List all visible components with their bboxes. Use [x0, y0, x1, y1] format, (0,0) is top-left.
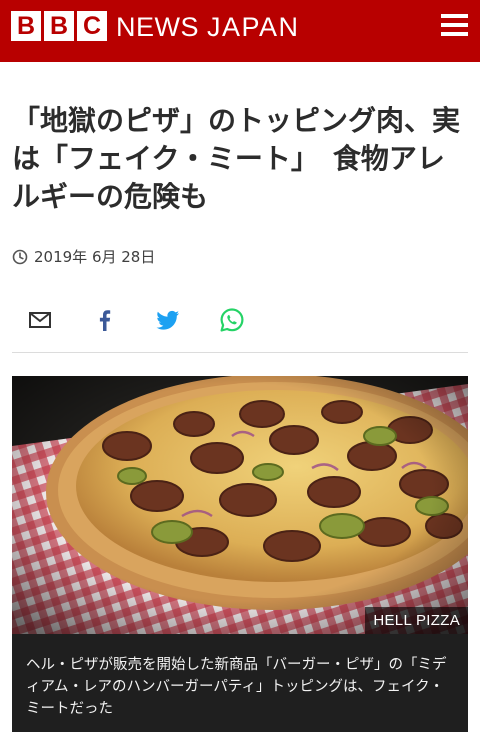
image-caption: ヘル・ピザが販売を開始した新商品「バーガー・ピザ」の「ミディアム・レアのハンバー… — [12, 634, 468, 732]
brand-news: NEWS — [116, 12, 199, 42]
article-date-row: 2019年 6月 28日 — [12, 246, 155, 267]
image-credit: HELL PIZZA — [365, 607, 468, 634]
article-date: 2019年 6月 28日 — [34, 248, 156, 266]
article-image[interactable]: HELL PIZZA — [12, 376, 468, 634]
whatsapp-icon[interactable] — [219, 307, 245, 333]
logo-letter-b2: B — [44, 11, 74, 41]
brand-region: JAPAN — [207, 12, 300, 42]
facebook-icon[interactable] — [92, 307, 118, 333]
top-bar: B B C NEWS JAPAN — [0, 0, 480, 62]
logo-letter-c: C — [77, 11, 107, 41]
share-bar — [0, 300, 480, 340]
clock-icon — [12, 249, 28, 264]
twitter-icon[interactable] — [155, 307, 181, 333]
bbc-logo[interactable]: B B C — [11, 11, 107, 41]
email-icon[interactable] — [27, 307, 53, 333]
hamburger-menu-icon[interactable] — [441, 14, 468, 36]
logo-letter-b1: B — [11, 11, 41, 41]
article-headline: 「地獄のピザ」のトッピング肉、実は「フェイク・ミート」 食物アレルギーの危険も — [12, 104, 461, 213]
brand-title[interactable]: NEWS JAPAN — [116, 12, 300, 42]
pizza-illustration — [12, 376, 468, 634]
divider — [12, 352, 468, 353]
